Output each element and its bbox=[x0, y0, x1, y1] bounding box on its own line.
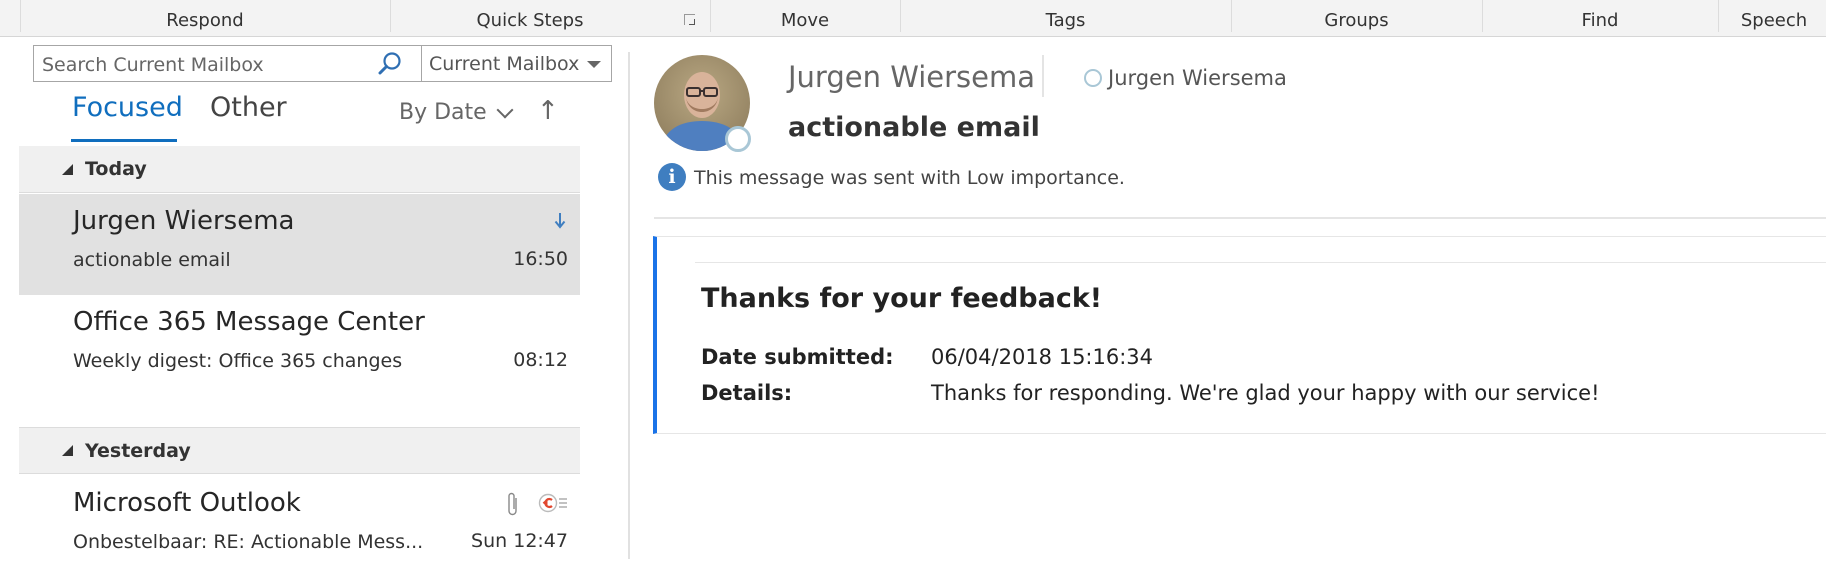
recipient[interactable]: Jurgen Wiersema bbox=[1084, 66, 1287, 90]
fact-label-date: Date submitted: bbox=[701, 345, 894, 369]
group-label: Today bbox=[85, 158, 147, 180]
list-item-sender: Office 365 Message Center bbox=[73, 307, 425, 337]
list-item[interactable]: Office 365 Message Center Weekly digest:… bbox=[19, 295, 580, 427]
importance-infobar: This message was sent with Low importanc… bbox=[694, 167, 1125, 189]
attachment-icon bbox=[508, 492, 517, 516]
fact-value-details: Thanks for responding. We're glad your h… bbox=[931, 381, 1600, 405]
caret-down-icon bbox=[587, 61, 601, 68]
presence-status-icon bbox=[725, 126, 751, 152]
recipient-name: Jurgen Wiersema bbox=[1108, 66, 1287, 90]
tab-focused[interactable]: Focused bbox=[72, 92, 183, 123]
search-icon[interactable] bbox=[377, 51, 403, 77]
fact-label-details: Details: bbox=[701, 381, 793, 405]
list-item-time: Sun 12:47 bbox=[471, 530, 568, 552]
group-header-yesterday[interactable]: Yesterday bbox=[19, 427, 580, 474]
card-divider bbox=[695, 262, 1826, 263]
sort-by-label: By Date bbox=[399, 100, 487, 125]
recipient-presence-icon bbox=[1084, 69, 1102, 87]
sort-direction-button[interactable]: ↑ bbox=[537, 96, 559, 126]
list-item-sender: Jurgen Wiersema bbox=[73, 206, 295, 236]
ribbon-group-groups: Groups bbox=[1324, 10, 1389, 31]
group-header-today[interactable]: Today bbox=[19, 146, 580, 193]
ribbon-group-quick-steps: Quick Steps bbox=[476, 10, 584, 31]
collapse-triangle-icon bbox=[62, 445, 73, 456]
ribbon-group-speech: Speech bbox=[1740, 10, 1808, 31]
search-scope-label: Current Mailbox bbox=[429, 52, 580, 75]
fact-value-date: 06/04/2018 15:16:34 bbox=[931, 345, 1154, 369]
search-box bbox=[33, 45, 422, 83]
low-importance-icon bbox=[554, 213, 566, 229]
info-icon: i bbox=[658, 163, 686, 191]
list-item-subject: Weekly digest: Office 365 changes bbox=[73, 350, 403, 372]
tab-other[interactable]: Other bbox=[210, 92, 287, 123]
reading-pane-subject: actionable email bbox=[788, 112, 1040, 143]
list-item-subject: actionable email bbox=[73, 249, 231, 271]
ribbon-group-find: Find bbox=[1581, 10, 1619, 31]
collapse-triangle-icon bbox=[62, 163, 73, 175]
list-item-time: 08:12 bbox=[513, 349, 568, 371]
list-item-time: 16:50 bbox=[513, 248, 568, 270]
reading-pane-sender[interactable]: Jurgen Wiersema bbox=[788, 60, 1035, 94]
forwarded-reply-icon bbox=[538, 493, 567, 513]
adaptive-card: Thanks for your feedback! Date submitted… bbox=[653, 236, 1826, 434]
group-label: Yesterday bbox=[85, 439, 191, 462]
list-item-sender: Microsoft Outlook bbox=[73, 488, 301, 518]
search-scope-dropdown[interactable]: Current Mailbox bbox=[421, 45, 612, 82]
card-title: Thanks for your feedback! bbox=[701, 283, 1103, 314]
message-list: Today Jurgen Wiersema actionable email 1… bbox=[19, 146, 580, 559]
ribbon-group-tags: Tags bbox=[1045, 10, 1086, 31]
list-item[interactable]: Microsoft Outlook Onbestelbaar: RE: Acti… bbox=[19, 474, 580, 564]
chevron-down-icon bbox=[496, 101, 514, 118]
sort-by-dropdown[interactable]: By Date bbox=[399, 100, 514, 125]
header-divider bbox=[654, 217, 1826, 219]
pane-splitter[interactable] bbox=[628, 52, 630, 559]
ribbon-group-respond: Respond bbox=[166, 10, 244, 31]
dialog-launcher-icon[interactable] bbox=[684, 14, 695, 25]
active-tab-indicator bbox=[71, 139, 177, 142]
ribbon-group-labels: Respond Quick Steps Move Tags Groups Fin… bbox=[0, 0, 1826, 37]
list-item[interactable]: Jurgen Wiersema actionable email 16:50 bbox=[19, 194, 580, 295]
search-input[interactable] bbox=[40, 46, 364, 83]
list-item-subject: Onbestelbaar: RE: Actionable Mess... bbox=[73, 531, 424, 553]
ribbon-group-move: Move bbox=[780, 10, 830, 31]
header-separator bbox=[1042, 55, 1044, 97]
